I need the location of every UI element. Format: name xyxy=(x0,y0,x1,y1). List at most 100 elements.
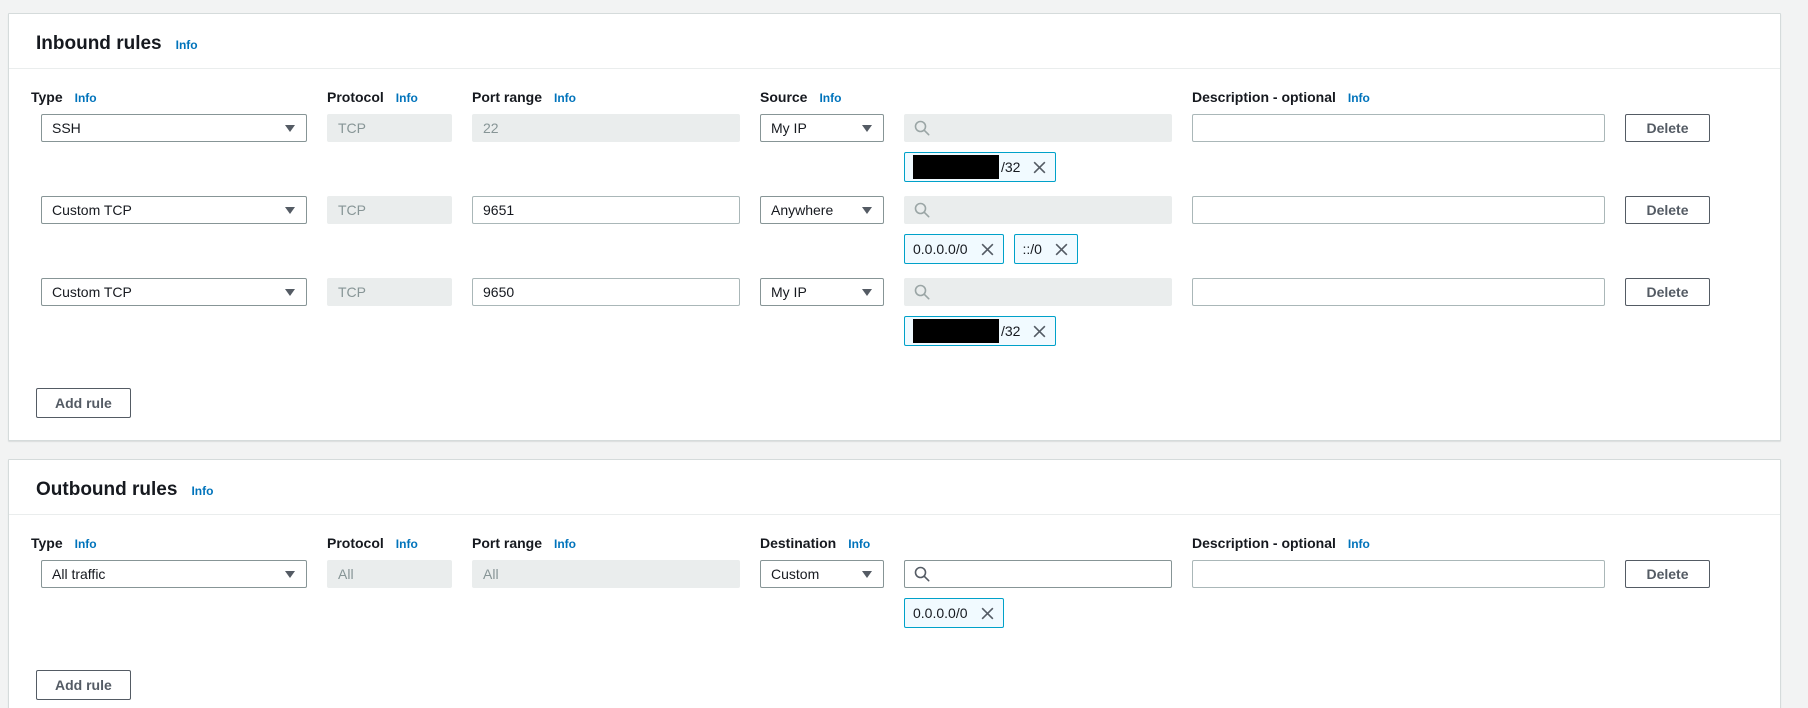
add-rule-button[interactable]: Add rule xyxy=(36,670,131,700)
chevron-down-icon xyxy=(862,571,872,578)
destination-search-input[interactable] xyxy=(904,560,1172,588)
source-select-value: Anywhere xyxy=(771,202,833,218)
cidr-token-row: 0.0.0.0/0 xyxy=(904,598,1780,628)
type-select-value: Custom TCP xyxy=(52,284,132,300)
column-header-protocol: Protocol Info xyxy=(327,89,452,105)
delete-rule-button[interactable]: Delete xyxy=(1625,560,1710,588)
protocol-label: Protocol xyxy=(327,89,384,105)
source-select-value: My IP xyxy=(771,120,807,136)
description-input[interactable] xyxy=(1192,560,1605,588)
type-select-value: Custom TCP xyxy=(52,202,132,218)
protocol-info-link[interactable]: Info xyxy=(396,91,418,105)
inbound-rules-panel: Inbound rules Info TypeInfoProtocolInfoP… xyxy=(8,13,1781,441)
remove-token-icon[interactable] xyxy=(1032,160,1047,175)
delete-rule-button[interactable]: Delete xyxy=(1625,114,1710,142)
delete-rule-button[interactable]: Delete xyxy=(1625,278,1710,306)
cidr-token-text: /32 xyxy=(1001,323,1020,339)
type-select-value: SSH xyxy=(52,120,81,136)
cidr-token-text: /32 xyxy=(1001,159,1020,175)
inbound-rules-header: Inbound rules Info xyxy=(9,14,1780,69)
type-info-link[interactable]: Info xyxy=(75,91,97,105)
inbound-rules-info-link[interactable]: Info xyxy=(176,38,198,52)
column-header-destination: DestinationInfo xyxy=(760,535,1172,551)
delete-rule-button[interactable]: Delete xyxy=(1625,196,1710,224)
source-label: Source xyxy=(760,89,807,105)
search-icon xyxy=(914,284,930,300)
type-select[interactable]: All traffic xyxy=(41,560,307,588)
security-group-rule: All traffic Custom Delete 0.0.0.0/0 xyxy=(9,560,1780,628)
description-info-link[interactable]: Info xyxy=(1348,91,1370,105)
remove-token-icon[interactable] xyxy=(980,242,995,257)
redacted-ip xyxy=(913,155,999,179)
description-input[interactable] xyxy=(1192,196,1605,224)
port-range-input[interactable] xyxy=(472,196,740,224)
column-header-protocol: Protocol Info xyxy=(327,535,452,551)
cidr-token: ::/0 xyxy=(1014,234,1078,264)
source-select-value: My IP xyxy=(771,284,807,300)
destination-search-box xyxy=(904,560,1172,588)
destination-info-link[interactable]: Info xyxy=(848,537,870,551)
cidr-token: /32 xyxy=(904,152,1056,182)
port-range-input xyxy=(472,114,740,142)
protocol-input xyxy=(327,114,452,142)
cidr-token-text: ::/0 xyxy=(1023,241,1042,257)
type-select[interactable]: Custom TCP xyxy=(41,278,307,306)
source-search-box xyxy=(904,278,1172,306)
port_range-label: Port range xyxy=(472,535,542,551)
remove-token-icon[interactable] xyxy=(1032,324,1047,339)
cidr-token: /32 xyxy=(904,316,1056,346)
outbound-rules-info-link[interactable]: Info xyxy=(191,484,213,498)
type-label: Type xyxy=(31,89,63,105)
column-header-port_range: Port range Info xyxy=(472,89,740,105)
port_range-info-link[interactable]: Info xyxy=(554,91,576,105)
source-select[interactable]: My IP xyxy=(760,278,884,306)
chevron-down-icon xyxy=(862,289,872,296)
protocol-input xyxy=(327,196,452,224)
protocol-label: Protocol xyxy=(327,535,384,551)
protocol-input xyxy=(327,560,452,588)
source-search-box xyxy=(904,196,1172,224)
source-info-link[interactable]: Info xyxy=(819,91,841,105)
port-range-input[interactable] xyxy=(472,278,740,306)
inbound-rules-body: Type Info Protocol Info Port range Info Source… xyxy=(9,89,1780,440)
source-search-input xyxy=(904,278,1172,306)
remove-token-icon[interactable] xyxy=(980,606,995,621)
column-header-type: Type Info xyxy=(31,89,307,105)
chevron-down-icon xyxy=(862,207,872,214)
protocol-info-link[interactable]: Info xyxy=(396,537,418,551)
rule-controls-row: Custom TCP Anywhere Delete xyxy=(41,196,1780,224)
chevron-down-icon xyxy=(285,571,295,578)
description-info-link[interactable]: Info xyxy=(1348,537,1370,551)
source-select[interactable]: My IP xyxy=(760,114,884,142)
cidr-token: 0.0.0.0/0 xyxy=(904,234,1004,264)
port-range-input xyxy=(472,560,740,588)
port_range-info-link[interactable]: Info xyxy=(554,537,576,551)
destination-select-value: Custom xyxy=(771,566,819,582)
protocol-input xyxy=(327,278,452,306)
cidr-token-text: 0.0.0.0/0 xyxy=(913,241,968,257)
type-info-link[interactable]: Info xyxy=(75,537,97,551)
rule-controls-row: SSH My IP Delete xyxy=(41,114,1780,142)
description-input[interactable] xyxy=(1192,114,1605,142)
type-select[interactable]: Custom TCP xyxy=(41,196,307,224)
cidr-token-text: 0.0.0.0/0 xyxy=(913,605,968,621)
description-input[interactable] xyxy=(1192,278,1605,306)
search-icon xyxy=(914,120,930,136)
remove-token-icon[interactable] xyxy=(1054,242,1069,257)
port_range-label: Port range xyxy=(472,89,542,105)
type-select-value: All traffic xyxy=(52,566,105,582)
column-header-description: Description - optionalInfo xyxy=(1192,535,1625,551)
destination-select[interactable]: Custom xyxy=(760,560,884,588)
search-icon xyxy=(914,202,930,218)
cidr-token: 0.0.0.0/0 xyxy=(904,598,1004,628)
inbound-rules-title: Inbound rules xyxy=(36,33,162,55)
source-select[interactable]: Anywhere xyxy=(760,196,884,224)
security-group-rule: Custom TCP My IP Delete/32 xyxy=(9,278,1780,346)
add-rule-button[interactable]: Add rule xyxy=(36,388,131,418)
security-group-rule: Custom TCP Anywhere Delete0.0.0.0/0::/0 xyxy=(9,196,1780,264)
description-label: Description - optional xyxy=(1192,89,1336,105)
chevron-down-icon xyxy=(285,289,295,296)
column-header-type: TypeInfo xyxy=(31,535,307,551)
outbound-rules-panel: Outbound rules Info TypeInfoProtocolInfo… xyxy=(8,459,1781,708)
type-select[interactable]: SSH xyxy=(41,114,307,142)
